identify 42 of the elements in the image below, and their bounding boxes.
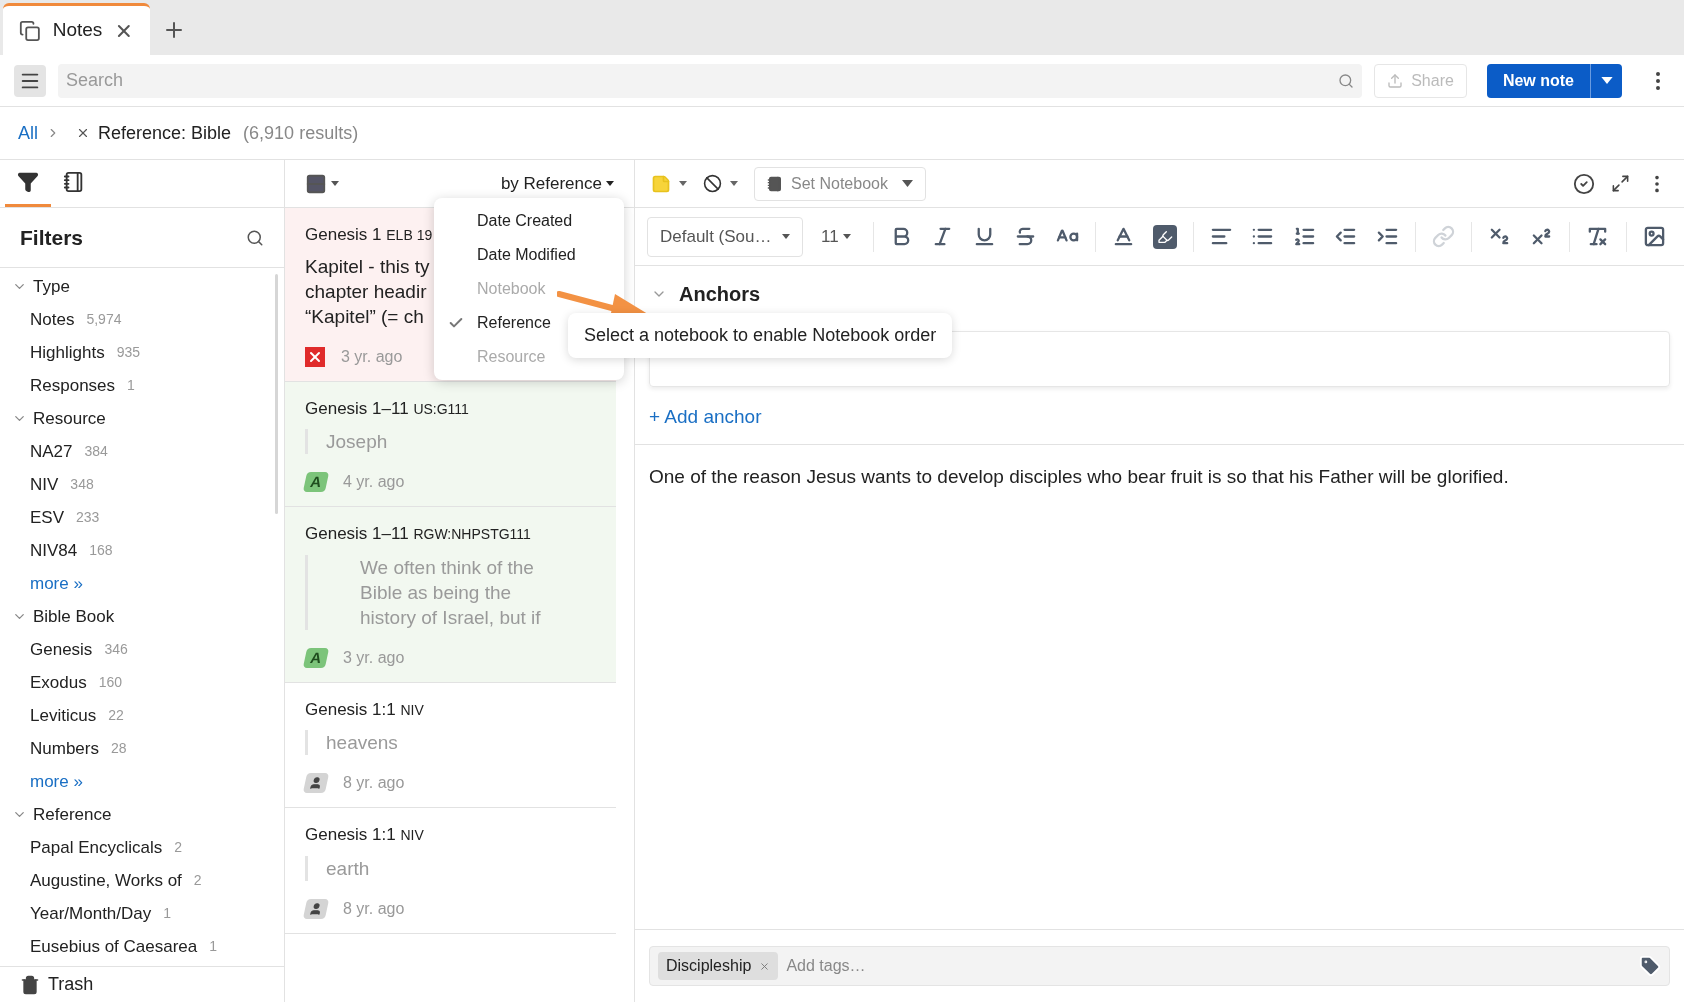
note-reference: Genesis 1:1 NIV: [305, 698, 425, 721]
note-time: 8 yr. ago: [343, 773, 405, 793]
item-count: 5,974: [86, 310, 122, 329]
section-title: Anchors: [679, 282, 761, 307]
item-count: 384: [84, 442, 108, 461]
tooltip: Select a notebook to enable Notebook order: [568, 313, 953, 358]
highlight-text: heavens: [326, 731, 398, 755]
author-badge: A: [302, 647, 330, 668]
note-time: 8 yr. ago: [343, 898, 405, 919]
result-count: (6,910 results): [243, 121, 359, 145]
item-count: 160: [98, 673, 123, 692]
note-text: chapter headir: [305, 279, 427, 304]
note-time: 4 yr. ago: [343, 472, 405, 492]
note-text: Kapitel - this ty: [305, 254, 430, 279]
item-count: 348: [70, 475, 94, 494]
highlight-text: earth: [326, 856, 370, 881]
note-text: “Kapitel” (= ch: [305, 304, 424, 329]
item-count: 168: [89, 541, 113, 560]
item-count: 1: [209, 937, 218, 956]
highlight-text: history of Israel, but if: [360, 605, 541, 630]
highlight-text: We often think of the: [360, 555, 534, 580]
item-count: 346: [104, 640, 128, 659]
highlight-text: Bible as being the: [360, 580, 512, 605]
highlight-text: Joseph: [326, 430, 388, 454]
panel-title: Filters: [20, 224, 84, 251]
author-badge: A: [302, 472, 330, 492]
note-reference: Genesis 1–11 US:G111: [305, 397, 470, 420]
note-reference: Genesis 1:1 NIV: [305, 824, 425, 846]
item-count: 22: [108, 706, 124, 725]
item-count: 2: [174, 838, 183, 857]
item-count: 935: [116, 343, 140, 362]
tab-label: Notes: [52, 18, 103, 43]
item-count: 233: [76, 508, 100, 527]
item-count: 1: [163, 904, 172, 923]
note-time: 3 yr. ago: [341, 346, 403, 367]
item-count: 28: [110, 739, 127, 758]
filter-label: Reference: Bible: [98, 121, 232, 145]
note-reference: Genesis 1 ELB 19: [305, 224, 434, 246]
item-count: 1: [127, 376, 135, 395]
note-time: 3 yr. ago: [343, 647, 405, 668]
note-reference: Genesis 1–11 RGW:NHPSTG111: [305, 523, 532, 545]
item-count: 2: [193, 871, 202, 890]
